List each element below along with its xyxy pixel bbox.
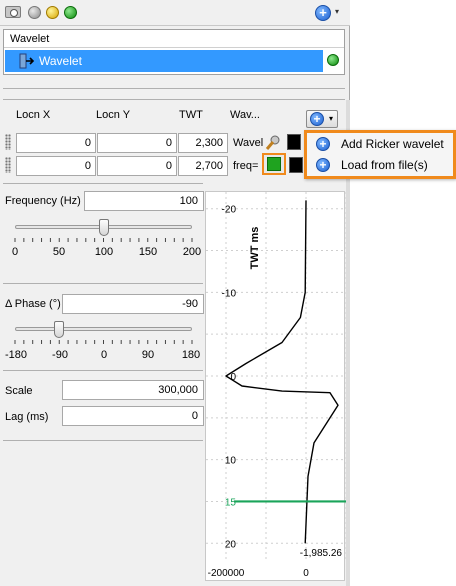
green-status-icon[interactable] [64, 6, 77, 19]
col-header-locn-y[interactable]: Locn Y [96, 109, 130, 123]
y-tick-label: 10 [225, 456, 237, 467]
divider [3, 183, 203, 184]
lag-input[interactable]: 0 [62, 406, 204, 426]
phase-input[interactable]: -90 [62, 294, 204, 314]
add-icon: + [310, 112, 324, 126]
add-icon: + [316, 137, 330, 151]
y-tick-label: -20 [222, 205, 237, 216]
divider [3, 99, 345, 100]
frequency-slider-handle[interactable] [98, 219, 109, 236]
wavelet-trace [225, 200, 339, 544]
phase-ticks [14, 340, 193, 344]
divider [3, 88, 345, 89]
col-header-twt[interactable]: TWT [179, 109, 203, 123]
row1-locn-y[interactable]: 0 [97, 133, 177, 153]
divider [3, 440, 203, 441]
add-icon[interactable]: + [315, 5, 331, 21]
y-axis-title: TWT ms [249, 227, 261, 270]
phase-tick: 90 [141, 349, 155, 361]
row2-color-swatch[interactable] [289, 157, 303, 173]
row2-locn-y[interactable]: 0 [97, 156, 177, 176]
wavelet-icon [19, 53, 35, 69]
phase-slider[interactable] [15, 327, 192, 331]
frequency-tick: 200 [182, 246, 202, 258]
frequency-ticks [14, 238, 193, 242]
phase-tick: 180 [181, 349, 201, 361]
frequency-tick: 50 [52, 246, 66, 258]
wavelet-list-item[interactable]: Wavelet [5, 50, 323, 72]
title-bar: + ▾ [0, 0, 350, 26]
row1-twt[interactable]: 2,300 [178, 133, 228, 153]
chevron-down-icon[interactable]: ▾ [335, 7, 339, 16]
row1-wavelet-name[interactable]: Wavel [233, 137, 263, 149]
wavelet-plot[interactable]: -20 -10 0 10 15 20 TWT ms -1,985.26 -200000 0 [205, 191, 347, 581]
row-drag-handle[interactable] [5, 134, 11, 150]
divider [3, 283, 203, 284]
menu-item-add-ricker-wavelet[interactable]: + Add Ricker wavelet [307, 134, 453, 154]
phase-tick: -180 [4, 349, 28, 361]
phase-slider-handle[interactable] [54, 321, 65, 338]
add-wavelet-button[interactable]: + ▾ [306, 110, 338, 128]
menu-item-load-from-files[interactable]: + Load from file(s) [307, 155, 453, 175]
add-wavelet-menu: + Add Ricker wavelet + Load from file(s) [304, 130, 456, 179]
add-icon: + [316, 158, 330, 172]
frequency-tick: 100 [94, 246, 114, 258]
y-tick-label: -10 [222, 288, 237, 299]
divider [3, 370, 203, 371]
yellow-status-icon[interactable] [46, 6, 59, 19]
gray-status-icon[interactable] [28, 6, 41, 19]
wrench-icon [267, 157, 281, 171]
frequency-tick: 0 [11, 246, 19, 258]
value-readout: -1,985.26 [300, 548, 343, 559]
wavelet-list-item-label: Wavelet [39, 54, 82, 68]
phase-label: Δ Phase (°) [5, 298, 61, 310]
x-tick-label: -200000 [208, 568, 245, 579]
wavelet-panel: + ▾ Wavelet Wavelet Locn X Locn Y TWT Wa… [0, 0, 350, 586]
frequency-tick: 150 [138, 246, 158, 258]
menu-item-label: Add Ricker wavelet [341, 137, 444, 151]
y-tick-label: 20 [225, 539, 237, 550]
row2-twt[interactable]: 2,700 [178, 156, 228, 176]
y-tick-label: 15 [225, 497, 237, 508]
wrench-icon[interactable] [265, 135, 281, 151]
col-header-locn-x[interactable]: Locn X [16, 109, 50, 123]
lag-label: Lag (ms) [5, 411, 49, 423]
chevron-down-icon: ▾ [329, 114, 334, 123]
row2-edit-button[interactable] [262, 153, 286, 175]
status-dot-icon [327, 54, 339, 66]
phase-tick: 0 [100, 349, 108, 361]
row2-wavelet-name[interactable]: freq= [233, 160, 258, 172]
row1-color-swatch[interactable] [287, 134, 301, 150]
phase-tick: -90 [52, 349, 68, 361]
wavelet-list-header: Wavelet [4, 30, 344, 48]
wavelet-list: Wavelet Wavelet [3, 29, 345, 75]
row-drag-handle[interactable] [5, 157, 11, 173]
scale-input[interactable]: 300,000 [62, 380, 204, 400]
scale-label: Scale [5, 385, 33, 397]
frequency-input[interactable]: 100 [84, 191, 204, 211]
frequency-label: Frequency (Hz) [5, 195, 81, 207]
menu-item-label: Load from file(s) [341, 158, 428, 172]
x-tick-label: 0 [303, 568, 309, 579]
camera-icon[interactable] [5, 6, 21, 18]
col-header-wav[interactable]: Wav... [230, 109, 260, 123]
row2-locn-x[interactable]: 0 [16, 156, 96, 176]
wavelet-plot-svg: -20-100101520TWT ms-1,985.26-200000 0 [206, 192, 347, 579]
row1-locn-x[interactable]: 0 [16, 133, 96, 153]
